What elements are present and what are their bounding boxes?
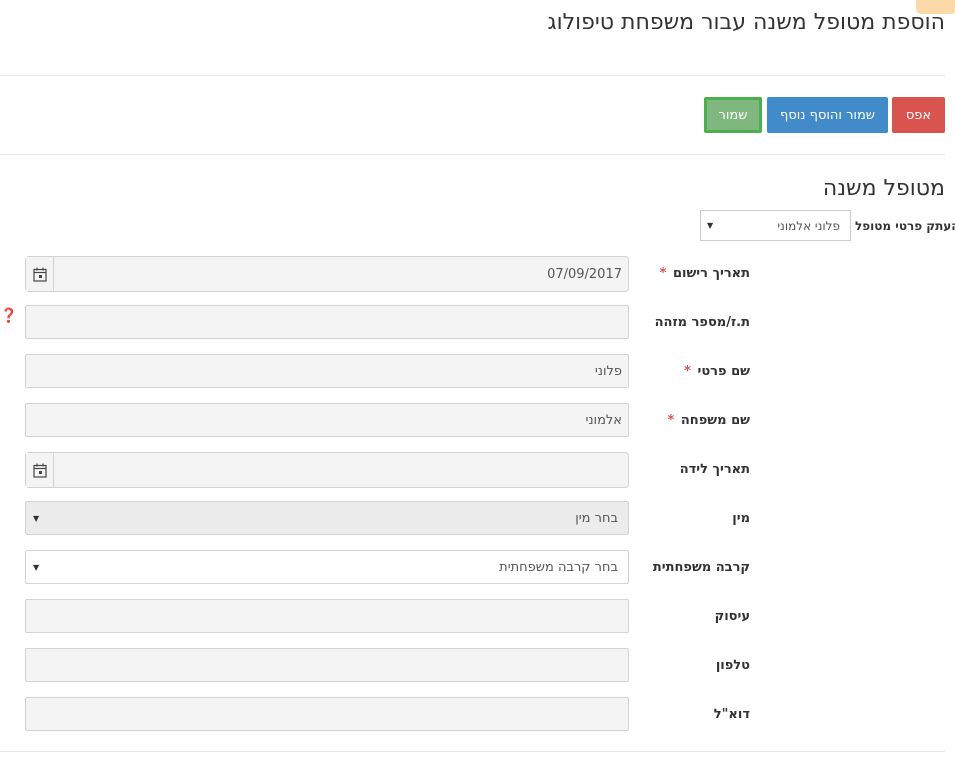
save-button[interactable]: שמור — [704, 97, 762, 133]
calendar-icon[interactable] — [26, 257, 54, 291]
id-number-label: ת.ז/מספר מזהה — [654, 315, 750, 330]
section-title: מטופל משנה — [822, 176, 945, 201]
caret-down-icon: ▼ — [33, 514, 40, 523]
copy-patient-label: העתק פרטי מטופל — [855, 219, 955, 233]
phone-row: טלפון — [0, 648, 955, 684]
last-name-label: שם משפחה * — [667, 413, 750, 428]
id-number-row: ת.ז/מספר מזהה — [0, 305, 955, 341]
gender-value: בחר מין — [575, 511, 618, 526]
occupation-input[interactable] — [25, 599, 629, 633]
first-name-input[interactable]: פלוני — [25, 354, 629, 388]
gender-row: מין בחר מין ▼ — [0, 501, 955, 537]
registration-date-value: 07/09/2017 — [547, 267, 622, 282]
page-title: הוספת מטופל משנה עבור משפחת טיפולוג — [547, 10, 945, 35]
caret-down-icon: ▼ — [33, 563, 40, 572]
last-name-input[interactable]: אלמוני — [25, 403, 629, 437]
first-name-label: שם פרטי * — [684, 364, 750, 379]
email-row: דוא"ל — [0, 697, 955, 733]
calendar-icon[interactable] — [26, 453, 54, 487]
gender-select[interactable]: בחר מין ▼ — [25, 501, 629, 535]
required-mark: * — [659, 266, 667, 281]
first-name-row: שם פרטי * פלוני — [0, 354, 955, 390]
required-mark: * — [667, 413, 675, 428]
first-name-value: פלוני — [594, 364, 622, 379]
phone-label: טלפון — [715, 658, 750, 673]
phone-input[interactable] — [25, 648, 629, 682]
last-name-value: אלמוני — [585, 413, 622, 428]
birth-date-input[interactable] — [25, 452, 629, 488]
required-mark: * — [684, 364, 691, 379]
copy-patient-select[interactable]: פלוני אלמוני ▼ — [700, 210, 851, 241]
email-input[interactable] — [25, 697, 629, 731]
divider-toolbar — [0, 154, 945, 155]
relation-select[interactable]: בחר קרבה משפחתית ▼ — [25, 550, 629, 584]
registration-date-input[interactable]: 07/09/2017 — [25, 256, 629, 292]
registration-date-row: תאריך רישום * 07/09/2017 — [0, 256, 955, 292]
last-name-row: שם משפחה * אלמוני — [0, 403, 955, 439]
gender-label: מין — [732, 511, 750, 526]
relation-row: קרבה משפחתית בחר קרבה משפחתית ▼ — [0, 550, 955, 586]
relation-label: קרבה משפחתית — [652, 560, 750, 575]
question-circle-icon[interactable]: ❓ — [0, 308, 17, 324]
occupation-label: עיסוק — [714, 609, 750, 624]
save-and-add-button[interactable]: שמור והוסף נוסף — [767, 97, 888, 133]
reset-button[interactable]: אפס — [892, 97, 945, 133]
id-number-input[interactable] — [25, 305, 629, 339]
birth-date-row: תאריך לידה — [0, 452, 955, 488]
caret-down-icon: ▼ — [707, 221, 714, 230]
occupation-row: עיסוק — [0, 599, 955, 635]
birth-date-label: תאריך לידה — [679, 462, 750, 477]
email-label: דוא"ל — [713, 707, 750, 722]
registration-date-label: תאריך רישום * — [659, 266, 750, 281]
divider-bottom — [0, 751, 945, 752]
divider-top — [0, 75, 945, 76]
copy-patient-value: פלוני אלמוני — [777, 219, 840, 233]
relation-value: בחר קרבה משפחתית — [499, 560, 618, 575]
